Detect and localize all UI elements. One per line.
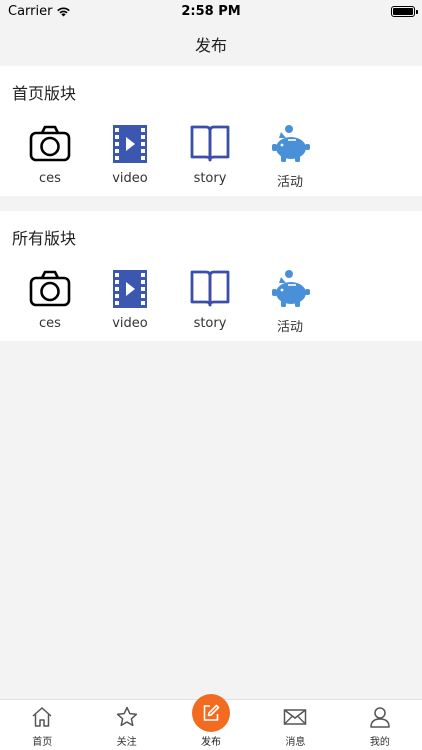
film-icon bbox=[113, 270, 147, 308]
section-all-blocks: 所有版块 ces video story 活动 bbox=[0, 211, 422, 341]
tile-label: 活动 bbox=[276, 320, 303, 335]
camera-icon bbox=[29, 270, 71, 307]
star-icon bbox=[116, 706, 137, 727]
tab-label: 发布 bbox=[201, 737, 222, 748]
tab-label: 关注 bbox=[116, 737, 137, 748]
tab-label: 首页 bbox=[32, 737, 53, 748]
status-bar: Carrier 2:58 PM bbox=[0, 0, 422, 22]
nav-bar: 发布 bbox=[0, 22, 422, 66]
tab-label: 消息 bbox=[285, 737, 306, 748]
piggy-bank-icon bbox=[272, 270, 310, 307]
user-icon bbox=[370, 707, 390, 728]
tile-label: 活动 bbox=[276, 175, 303, 190]
tile-label: story bbox=[193, 171, 227, 186]
tab-profile[interactable]: 我的 bbox=[338, 700, 422, 750]
tile-label: ces bbox=[39, 171, 61, 186]
piggy-bank-icon bbox=[272, 125, 310, 162]
section-title: 所有版块 bbox=[12, 229, 77, 248]
tab-follow[interactable]: 关注 bbox=[84, 700, 168, 750]
tab-home[interactable]: 首页 bbox=[0, 700, 84, 750]
tile-ces[interactable]: ces bbox=[10, 269, 90, 335]
battery-icon bbox=[391, 5, 418, 17]
tab-messages[interactable]: 消息 bbox=[253, 700, 337, 750]
edit-icon bbox=[203, 704, 220, 721]
book-icon bbox=[190, 270, 230, 307]
home-icon bbox=[32, 707, 52, 727]
tile-video[interactable]: video bbox=[90, 269, 170, 335]
status-left: Carrier bbox=[8, 4, 71, 19]
tab-label: 我的 bbox=[369, 737, 390, 748]
tile-label: story bbox=[193, 316, 227, 331]
book-icon bbox=[190, 125, 230, 162]
publish-button[interactable] bbox=[192, 694, 231, 732]
tab-publish[interactable]: 发布 bbox=[169, 694, 253, 750]
camera-icon bbox=[29, 125, 71, 162]
tile-label: video bbox=[112, 171, 148, 186]
tile-label: ces bbox=[39, 316, 61, 331]
tile-story[interactable]: story bbox=[170, 269, 250, 335]
tile-row: ces video story 活动 bbox=[10, 124, 330, 190]
page-title: 发布 bbox=[194, 36, 227, 55]
tile-activity[interactable]: 活动 bbox=[250, 269, 330, 335]
tile-label: video bbox=[112, 316, 148, 331]
tab-bar: 首页 关注 发布 消息 我的 bbox=[0, 694, 422, 750]
tile-activity[interactable]: 活动 bbox=[250, 124, 330, 190]
section-home-blocks: 首页版块 ces video story 活动 bbox=[0, 66, 422, 196]
wifi-icon bbox=[57, 6, 71, 16]
film-icon bbox=[113, 125, 147, 163]
section-title: 首页版块 bbox=[12, 84, 77, 103]
carrier-label: Carrier bbox=[8, 3, 53, 19]
tile-ces[interactable]: ces bbox=[10, 124, 90, 190]
mail-icon bbox=[284, 709, 307, 725]
tile-video[interactable]: video bbox=[90, 124, 170, 190]
tile-story[interactable]: story bbox=[170, 124, 250, 190]
tile-row: ces video story 活动 bbox=[10, 269, 330, 335]
